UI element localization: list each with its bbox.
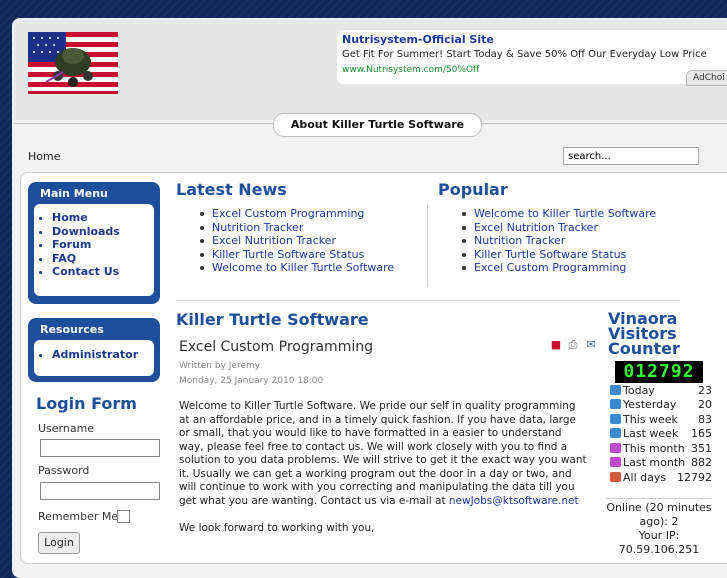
login-button[interactable]: Login: [38, 532, 80, 554]
latest-news-list: Excel Custom Programming Nutrition Track…: [200, 207, 394, 275]
menu-item-contact[interactable]: Contact Us: [52, 265, 154, 279]
stat-label: Today: [623, 384, 655, 397]
remember-checkbox[interactable]: [117, 510, 130, 523]
stat-last-week: Last week 165: [610, 427, 712, 442]
latest-news-item[interactable]: Excel Nutrition Tracker: [200, 234, 394, 248]
online-info: Online (20 minutes ago): 2 Your IP: 70.5…: [606, 498, 712, 557]
stat-all-days: All days 12792: [610, 471, 712, 486]
contact-email-link[interactable]: newJobs@ktsoftware.net: [449, 495, 579, 507]
stat-today: Today 23: [610, 384, 712, 399]
column-divider: [427, 205, 428, 287]
stat-value: 165: [691, 427, 712, 440]
stat-value: 20: [698, 398, 712, 411]
visitor-counter-display: 012792: [615, 361, 703, 383]
popular-item[interactable]: Welcome to Killer Turtle Software: [462, 207, 656, 221]
stat-label: This month: [623, 442, 685, 455]
breadcrumb[interactable]: Home: [28, 150, 60, 163]
username-label: Username: [38, 422, 95, 435]
password-field[interactable]: [40, 482, 160, 500]
latest-news-item[interactable]: Killer Turtle Software Status: [200, 248, 394, 262]
print-icon[interactable]: ⎙: [567, 339, 579, 351]
stat-label: This week: [623, 413, 678, 426]
stat-value: 83: [698, 413, 712, 426]
pdf-icon[interactable]: ■: [550, 339, 562, 351]
stat-this-week: This week 83: [610, 413, 712, 428]
popular-list: Welcome to Killer Turtle Software Excel …: [462, 207, 656, 275]
section-title: Killer Turtle Software: [176, 310, 369, 329]
resources-body: Administrator: [34, 340, 154, 376]
counter-title: Vinaora Visitors Counter: [608, 311, 680, 358]
ad-title[interactable]: Nutrisystem-Official Site: [342, 33, 494, 46]
site-logo[interactable]: [28, 32, 118, 94]
main-menu-module: Main Menu Home Downloads Forum FAQ Conta…: [28, 182, 160, 304]
online-count-line: ago): 2: [639, 515, 679, 528]
email-icon[interactable]: ✉: [585, 339, 597, 351]
calendar-icon: [610, 399, 621, 409]
latest-news-item[interactable]: Welcome to Killer Turtle Software: [200, 261, 394, 275]
your-ip-label: Your IP:: [638, 529, 680, 542]
resources-list: Administrator: [34, 348, 154, 362]
about-tab[interactable]: About Killer Turtle Software: [273, 113, 482, 137]
main-menu-body: Home Downloads Forum FAQ Contact Us: [34, 204, 154, 296]
stat-value: 12792: [677, 471, 712, 484]
article-date: Monday, 25 January 2010 18:00: [179, 376, 324, 386]
latest-news-item[interactable]: Excel Custom Programming: [200, 207, 394, 221]
popular-item[interactable]: Killer Turtle Software Status: [462, 248, 656, 262]
sponsored-ad[interactable]: Nutrisystem-Official Site Get Fit For Su…: [337, 30, 727, 84]
main-menu-list: Home Downloads Forum FAQ Contact Us: [34, 211, 154, 279]
stat-label: Last week: [623, 427, 679, 440]
stat-last-month: Last month 882: [610, 456, 712, 471]
calendar-icon: [610, 385, 621, 395]
article-body: Welcome to Killer Turtle Software. We pr…: [179, 400, 589, 536]
calendar-icon: [610, 414, 621, 424]
resources-title: Resources: [40, 323, 104, 336]
resource-item-administrator[interactable]: Administrator: [52, 348, 154, 362]
article-title[interactable]: Excel Custom Programming: [179, 339, 373, 355]
popular-item[interactable]: Excel Nutrition Tracker: [462, 221, 656, 235]
online-count-line: Online (20 minutes: [606, 501, 712, 514]
stat-label: Last month: [623, 456, 686, 469]
counter-title-line: Counter: [608, 339, 680, 358]
popular-item[interactable]: Excel Custom Programming: [462, 261, 656, 275]
stat-label: Yesterday: [623, 398, 677, 411]
calendar-icon: [610, 457, 621, 467]
adchoices-badge[interactable]: AdChoi: [686, 70, 727, 86]
resources-module: Resources Administrator: [28, 318, 160, 382]
article-closing: We look forward to working with you,: [179, 522, 375, 534]
search-input[interactable]: [563, 147, 699, 165]
stat-yesterday: Yesterday 20: [610, 398, 712, 413]
ad-text: Get Fit For Summer! Start Today & Save 5…: [342, 49, 707, 60]
latest-news-title: Latest News: [176, 180, 287, 199]
calendar-icon: [610, 428, 621, 438]
latest-news-item[interactable]: Nutrition Tracker: [200, 221, 394, 235]
menu-item-faq[interactable]: FAQ: [52, 252, 154, 266]
popular-title: Popular: [438, 180, 508, 199]
calendar-icon: [610, 443, 621, 453]
menu-item-home[interactable]: Home: [52, 211, 154, 225]
login-title: Login Form: [36, 394, 137, 413]
stat-value: 882: [691, 456, 712, 469]
stat-value: 23: [698, 384, 712, 397]
menu-item-forum[interactable]: Forum: [52, 238, 154, 252]
username-field[interactable]: [40, 439, 160, 457]
stat-value: 351: [691, 442, 712, 455]
password-label: Password: [38, 464, 90, 477]
ad-url[interactable]: www.Nutrisystem.com/50%Off: [342, 65, 479, 75]
remember-label: Remember Me: [38, 510, 119, 523]
your-ip-value: 70.59.106.251: [618, 543, 700, 556]
section-divider: [176, 300, 680, 301]
popular-item[interactable]: Nutrition Tracker: [462, 234, 656, 248]
calendar-icon: [610, 472, 621, 482]
menu-item-downloads[interactable]: Downloads: [52, 225, 154, 239]
main-menu-title: Main Menu: [40, 187, 108, 200]
article-body-text: Welcome to Killer Turtle Software. We pr…: [179, 400, 587, 507]
stat-this-month: This month 351: [610, 442, 712, 457]
article-author: Written by Jeremy: [179, 361, 261, 371]
stat-label: All days: [623, 471, 667, 484]
